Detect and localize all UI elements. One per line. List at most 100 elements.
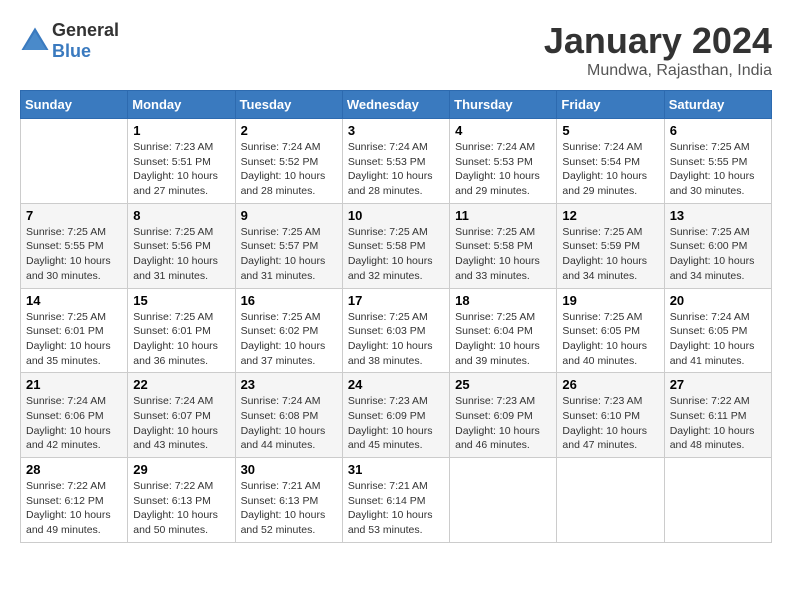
day-info: Sunrise: 7:24 AM Sunset: 5:52 PM Dayligh… — [241, 140, 337, 199]
day-info: Sunrise: 7:23 AM Sunset: 6:09 PM Dayligh… — [455, 394, 551, 453]
location: Mundwa, Rajasthan, India — [544, 62, 772, 80]
day-of-week-header: Monday — [128, 91, 235, 119]
day-number: 30 — [241, 462, 337, 477]
day-info: Sunrise: 7:21 AM Sunset: 6:13 PM Dayligh… — [241, 479, 337, 538]
day-info: Sunrise: 7:25 AM Sunset: 6:00 PM Dayligh… — [670, 225, 766, 284]
day-number: 25 — [455, 377, 551, 392]
calendar-cell: 3 Sunrise: 7:24 AM Sunset: 5:53 PM Daylig… — [342, 119, 449, 204]
day-number: 26 — [562, 377, 658, 392]
day-info: Sunrise: 7:24 AM Sunset: 6:08 PM Dayligh… — [241, 394, 337, 453]
day-number: 19 — [562, 293, 658, 308]
calendar-cell: 17 Sunrise: 7:25 AM Sunset: 6:03 PM Dayli… — [342, 288, 449, 373]
calendar-cell: 15Sunrise: 7:25 AM Sunset: 6:01 PM Dayli… — [128, 288, 235, 373]
day-of-week-header: Thursday — [450, 91, 557, 119]
day-number: 18 — [455, 293, 551, 308]
day-number: 22 — [133, 377, 229, 392]
day-number: 28 — [26, 462, 122, 477]
month-year: January 2024 — [544, 20, 772, 62]
logo: General Blue — [20, 20, 119, 62]
day-info: Sunrise: 7:25 AM Sunset: 5:59 PM Dayligh… — [562, 225, 658, 284]
day-number: 3 — [348, 123, 444, 138]
day-info: Sunrise: 7:24 AM Sunset: 6:05 PM Dayligh… — [670, 310, 766, 369]
calendar-cell: 14 Sunrise: 7:25 AM Sunset: 6:01 PM Dayli… — [21, 288, 128, 373]
day-info: Sunrise: 7:25 AM Sunset: 6:05 PM Dayligh… — [562, 310, 658, 369]
day-info: Sunrise: 7:25 AM Sunset: 5:55 PM Dayligh… — [26, 225, 122, 284]
calendar-cell: 7Sunrise: 7:25 AM Sunset: 5:55 PM Daylig… — [21, 203, 128, 288]
calendar-body: 1 Sunrise: 7:23 AM Sunset: 5:51 PM Daylig… — [21, 119, 772, 543]
calendar-cell: 26 Sunrise: 7:23 AM Sunset: 6:10 PM Dayli… — [557, 373, 664, 458]
calendar-cell: 13Sunrise: 7:25 AM Sunset: 6:00 PM Dayli… — [664, 203, 771, 288]
calendar-cell: 31 Sunrise: 7:21 AM Sunset: 6:14 PM Dayli… — [342, 458, 449, 543]
day-info: Sunrise: 7:25 AM Sunset: 5:58 PM Dayligh… — [348, 225, 444, 284]
day-info: Sunrise: 7:25 AM Sunset: 5:58 PM Dayligh… — [455, 225, 551, 284]
day-number: 24 — [348, 377, 444, 392]
day-number: 8 — [133, 208, 229, 223]
calendar-cell: 28 Sunrise: 7:22 AM Sunset: 6:12 PM Dayli… — [21, 458, 128, 543]
day-info: Sunrise: 7:22 AM Sunset: 6:12 PM Dayligh… — [26, 479, 122, 538]
day-number: 10 — [348, 208, 444, 223]
day-number: 20 — [670, 293, 766, 308]
calendar-cell: 9Sunrise: 7:25 AM Sunset: 5:57 PM Daylig… — [235, 203, 342, 288]
day-number: 14 — [26, 293, 122, 308]
calendar-week-row: 14 Sunrise: 7:25 AM Sunset: 6:01 PM Dayli… — [21, 288, 772, 373]
day-of-week-header: Wednesday — [342, 91, 449, 119]
day-info: Sunrise: 7:24 AM Sunset: 6:07 PM Dayligh… — [133, 394, 229, 453]
calendar-cell: 21 Sunrise: 7:24 AM Sunset: 6:06 PM Dayli… — [21, 373, 128, 458]
day-of-week-header: Tuesday — [235, 91, 342, 119]
day-number: 31 — [348, 462, 444, 477]
logo-text-blue: Blue — [52, 41, 91, 61]
calendar-cell: 25 Sunrise: 7:23 AM Sunset: 6:09 PM Dayli… — [450, 373, 557, 458]
calendar-cell: 6Sunrise: 7:25 AM Sunset: 5:55 PM Daylig… — [664, 119, 771, 204]
day-info: Sunrise: 7:25 AM Sunset: 5:57 PM Dayligh… — [241, 225, 337, 284]
day-info: Sunrise: 7:21 AM Sunset: 6:14 PM Dayligh… — [348, 479, 444, 538]
day-info: Sunrise: 7:25 AM Sunset: 6:01 PM Dayligh… — [26, 310, 122, 369]
day-info: Sunrise: 7:24 AM Sunset: 5:54 PM Dayligh… — [562, 140, 658, 199]
day-number: 2 — [241, 123, 337, 138]
calendar-week-row: 21 Sunrise: 7:24 AM Sunset: 6:06 PM Dayli… — [21, 373, 772, 458]
calendar-cell: 24 Sunrise: 7:23 AM Sunset: 6:09 PM Dayli… — [342, 373, 449, 458]
day-info: Sunrise: 7:24 AM Sunset: 6:06 PM Dayligh… — [26, 394, 122, 453]
day-number: 12 — [562, 208, 658, 223]
day-info: Sunrise: 7:25 AM Sunset: 6:01 PM Dayligh… — [133, 310, 229, 369]
day-info: Sunrise: 7:23 AM Sunset: 5:51 PM Dayligh… — [133, 140, 229, 199]
day-info: Sunrise: 7:25 AM Sunset: 6:04 PM Dayligh… — [455, 310, 551, 369]
calendar-cell: 1 Sunrise: 7:23 AM Sunset: 5:51 PM Daylig… — [128, 119, 235, 204]
logo-icon — [20, 26, 50, 56]
calendar-cell: 11 Sunrise: 7:25 AM Sunset: 5:58 PM Dayli… — [450, 203, 557, 288]
header-row: SundayMondayTuesdayWednesdayThursdayFrid… — [21, 91, 772, 119]
day-info: Sunrise: 7:25 AM Sunset: 6:02 PM Dayligh… — [241, 310, 337, 369]
calendar-table: SundayMondayTuesdayWednesdayThursdayFrid… — [20, 90, 772, 543]
calendar-cell: 16Sunrise: 7:25 AM Sunset: 6:02 PM Dayli… — [235, 288, 342, 373]
day-info: Sunrise: 7:23 AM Sunset: 6:09 PM Dayligh… — [348, 394, 444, 453]
day-number: 6 — [670, 123, 766, 138]
day-number: 29 — [133, 462, 229, 477]
day-info: Sunrise: 7:25 AM Sunset: 6:03 PM Dayligh… — [348, 310, 444, 369]
day-number: 21 — [26, 377, 122, 392]
page-header: General Blue January 2024 Mundwa, Rajast… — [20, 20, 772, 80]
calendar-cell: 19 Sunrise: 7:25 AM Sunset: 6:05 PM Dayli… — [557, 288, 664, 373]
calendar-cell: 2 Sunrise: 7:24 AM Sunset: 5:52 PM Daylig… — [235, 119, 342, 204]
day-info: Sunrise: 7:24 AM Sunset: 5:53 PM Dayligh… — [348, 140, 444, 199]
title-block: January 2024 Mundwa, Rajasthan, India — [544, 20, 772, 80]
calendar-cell: 5 Sunrise: 7:24 AM Sunset: 5:54 PM Daylig… — [557, 119, 664, 204]
day-number: 17 — [348, 293, 444, 308]
calendar-cell: 30 Sunrise: 7:21 AM Sunset: 6:13 PM Dayli… — [235, 458, 342, 543]
calendar-header: SundayMondayTuesdayWednesdayThursdayFrid… — [21, 91, 772, 119]
calendar-cell: 18 Sunrise: 7:25 AM Sunset: 6:04 PM Dayli… — [450, 288, 557, 373]
calendar-cell: 12 Sunrise: 7:25 AM Sunset: 5:59 PM Dayli… — [557, 203, 664, 288]
calendar-cell: 29 Sunrise: 7:22 AM Sunset: 6:13 PM Dayli… — [128, 458, 235, 543]
calendar-cell: 8Sunrise: 7:25 AM Sunset: 5:56 PM Daylig… — [128, 203, 235, 288]
day-info: Sunrise: 7:23 AM Sunset: 6:10 PM Dayligh… — [562, 394, 658, 453]
calendar-week-row: 1 Sunrise: 7:23 AM Sunset: 5:51 PM Daylig… — [21, 119, 772, 204]
calendar-cell — [557, 458, 664, 543]
logo-text-general: General — [52, 20, 119, 40]
day-of-week-header: Sunday — [21, 91, 128, 119]
day-number: 11 — [455, 208, 551, 223]
calendar-cell: 20 Sunrise: 7:24 AM Sunset: 6:05 PM Dayli… — [664, 288, 771, 373]
calendar-cell: 10 Sunrise: 7:25 AM Sunset: 5:58 PM Dayli… — [342, 203, 449, 288]
day-info: Sunrise: 7:22 AM Sunset: 6:13 PM Dayligh… — [133, 479, 229, 538]
calendar-cell: 27Sunrise: 7:22 AM Sunset: 6:11 PM Dayli… — [664, 373, 771, 458]
day-number: 5 — [562, 123, 658, 138]
day-of-week-header: Saturday — [664, 91, 771, 119]
day-number: 1 — [133, 123, 229, 138]
